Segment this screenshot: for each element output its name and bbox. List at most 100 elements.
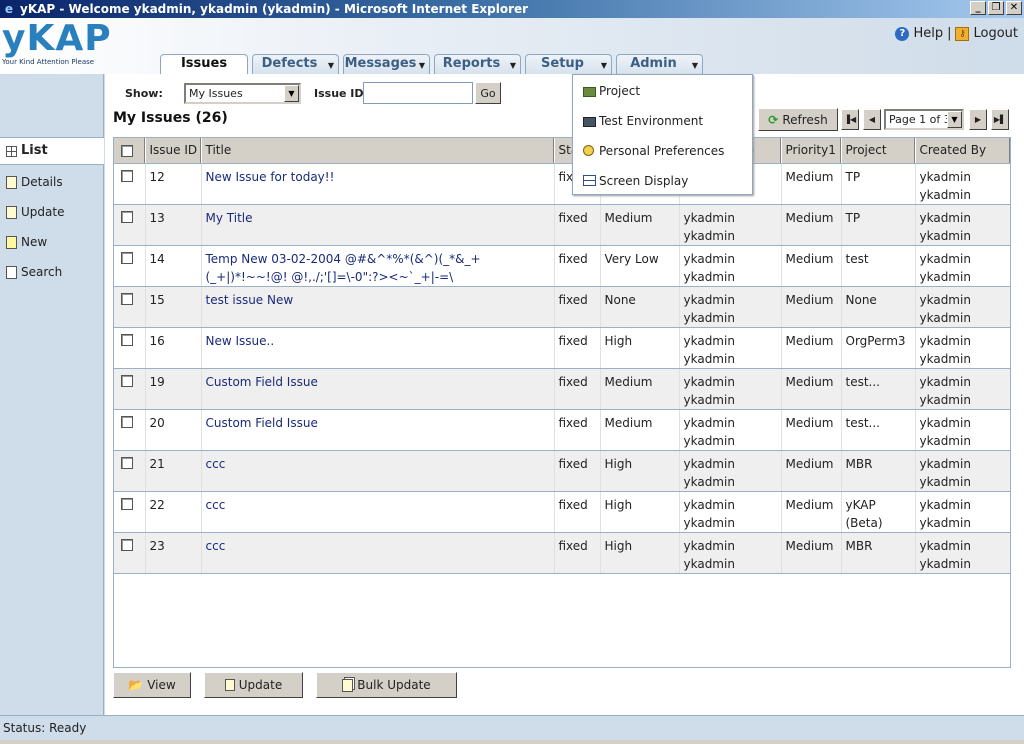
next-page-icon: ▶ (974, 115, 982, 124)
row-checkbox[interactable] (121, 210, 133, 223)
priority-cell: Medium (781, 409, 842, 451)
issue-title-link[interactable]: My Title (201, 204, 555, 246)
table-row[interactable]: 16 New Issue.. fixed High ykadmin ykadmin Medi… (114, 327, 1010, 369)
column-header-issue-id[interactable]: Issue ID (145, 138, 202, 164)
tab-defects[interactable]: Defects ▼ (252, 54, 339, 74)
table-row[interactable]: 22 ccc fixed High ykadmin ykadmin Medium yKAP (… (114, 491, 1010, 533)
column-header-created-by[interactable]: Created By (915, 138, 1010, 164)
tab-messages[interactable]: Messages ▼ (343, 54, 430, 74)
row-checkbox[interactable] (121, 456, 133, 469)
status-cell: fixed (554, 286, 601, 328)
sidebar-item-list[interactable]: List (0, 137, 104, 165)
header-separator: | (947, 26, 952, 41)
restore-button[interactable]: ❐ (988, 1, 1004, 15)
severity-cell: Medium (600, 204, 680, 246)
help-link[interactable]: Help (913, 26, 943, 41)
chevron-down-icon[interactable]: ▼ (284, 85, 299, 102)
severity-cell: Medium (600, 409, 680, 451)
select-all-header (114, 138, 146, 164)
row-checkbox[interactable] (121, 374, 133, 387)
issue-title-link[interactable]: New Issue for today!! (201, 163, 555, 205)
row-checkbox[interactable] (121, 292, 133, 305)
help-icon[interactable]: ? (895, 26, 910, 41)
show-select[interactable]: My Issues ▼ (184, 83, 301, 104)
created-by-cell: ykadmin ykadmin (915, 204, 1010, 246)
chevron-down-icon[interactable]: ▼ (510, 61, 516, 70)
row-checkbox[interactable] (121, 415, 133, 428)
table-row[interactable]: 12New Issue for today!!fixedMediumTPykad… (114, 163, 1010, 205)
table-row[interactable]: 14 Temp New 03-02-2004 @#&^*%*(&^)(_*&_+(… (114, 245, 1010, 287)
column-header-project[interactable]: Project (841, 138, 916, 164)
select-all-checkbox[interactable] (121, 145, 133, 158)
sidebar-item-new[interactable]: New (0, 228, 104, 256)
table-row[interactable]: 15 test issue New fixed None ykadmin ykadmin M… (114, 286, 1010, 328)
table-row[interactable]: 13 My Title fixed Medium ykadmin ykadmin Mediu… (114, 204, 1010, 246)
row-checkbox[interactable] (121, 251, 133, 264)
issue-title-link[interactable]: ccc (201, 450, 555, 492)
issue-title-link[interactable]: ccc (201, 532, 555, 574)
key-icon[interactable]: ⚷ (955, 26, 970, 41)
tab-admin[interactable]: Admin ▼ (616, 54, 703, 74)
row-checkbox[interactable] (121, 497, 133, 510)
issue-title-link[interactable]: Temp New 03-02-2004 @#&^*%*(&^)(_*&_+(_+… (201, 245, 555, 287)
page-select[interactable]: Page 1 of 3 ▼ (884, 109, 964, 130)
first-page-button[interactable]: ▐◀ (841, 109, 859, 130)
column-header-title[interactable]: Title (201, 138, 555, 164)
issue-id-input[interactable] (363, 82, 473, 104)
sidebar-item-details[interactable]: Details (0, 168, 104, 196)
menu-item-project[interactable]: Project (573, 76, 752, 106)
assigned-to-line: ykadmin (683, 292, 735, 307)
tab-reports[interactable]: Reports ▼ (434, 54, 521, 74)
tab-issues[interactable]: Issues (160, 54, 248, 75)
row-checkbox[interactable] (121, 333, 133, 346)
issue-title-link[interactable]: ccc (201, 491, 555, 533)
sidebar-item-update[interactable]: Update (0, 198, 104, 226)
update-button[interactable]: Update (204, 672, 303, 698)
last-page-icon: ▶▌ (993, 115, 1007, 124)
menu-item-screen-display[interactable]: Screen Display (573, 166, 752, 196)
tab-label: Messages (344, 56, 417, 71)
issue-title-link[interactable]: Custom Field Issue (201, 368, 555, 410)
chevron-down-icon[interactable]: ▼ (419, 61, 425, 70)
issue-title-link[interactable]: test issue New (201, 286, 555, 328)
close-button[interactable]: ✕ (1006, 1, 1022, 15)
table-row[interactable]: 19 Custom Field Issue fixed Medium ykadmin yk… (114, 368, 1010, 410)
table-row[interactable]: 20 Custom Field Issue fixed Medium ykadmin yk… (114, 409, 1010, 451)
logout-link[interactable]: Logout (973, 26, 1018, 41)
project-cell: test (841, 245, 916, 287)
table-row[interactable]: 23 ccc fixed High ykadmin ykadmin Medium MBR yka… (114, 532, 1010, 574)
previous-page-button[interactable]: ◀ (863, 109, 881, 130)
chevron-down-icon[interactable]: ▼ (947, 111, 962, 128)
bulk-update-button[interactable]: Bulk Update (316, 672, 457, 698)
table-row[interactable]: 21 ccc fixed High ykadmin ykadmin Medium MBR yka… (114, 450, 1010, 492)
chevron-down-icon[interactable]: ▼ (328, 61, 334, 70)
menu-item-personal-preferences[interactable]: Personal Preferences (573, 136, 752, 166)
issue-title-link[interactable]: Custom Field Issue (201, 409, 555, 451)
project-cell: test... (841, 409, 916, 451)
row-select-cell (114, 409, 146, 451)
assigned-to-line: ykadmin (683, 433, 735, 448)
go-button[interactable]: Go (475, 82, 501, 104)
column-header-priority1[interactable]: Priority1 (781, 138, 842, 164)
row-checkbox[interactable] (121, 169, 133, 182)
created-by-line: ykadmin (919, 228, 971, 243)
tab-label: Issues (180, 56, 228, 71)
menu-item-test-environment[interactable]: Test Environment (573, 106, 752, 136)
view-button[interactable]: 📂 View (113, 672, 191, 698)
issue-id-cell: 14 (145, 245, 202, 287)
refresh-button[interactable]: ⟳ Refresh (758, 108, 838, 131)
row-select-cell (114, 450, 146, 492)
row-checkbox[interactable] (121, 538, 133, 551)
issue-title-link[interactable]: New Issue.. (201, 327, 555, 369)
menu-item-label: Test Environment (599, 114, 704, 128)
assigned-to-cell: ykadmin ykadmin (679, 491, 782, 533)
minimize-button[interactable]: _ (970, 1, 986, 15)
sidebar-item-search[interactable]: Search (0, 258, 104, 286)
next-page-button[interactable]: ▶ (969, 109, 987, 130)
main-tabs: Issues Defects ▼ Messages ▼ Reports ▼ Setup… (160, 54, 703, 75)
chevron-down-icon[interactable]: ▼ (601, 61, 607, 70)
tab-label: Defects (261, 56, 318, 71)
chevron-down-icon[interactable]: ▼ (692, 61, 698, 70)
tab-setup[interactable]: Setup ▼ (525, 54, 612, 74)
last-page-button[interactable]: ▶▌ (991, 109, 1009, 130)
